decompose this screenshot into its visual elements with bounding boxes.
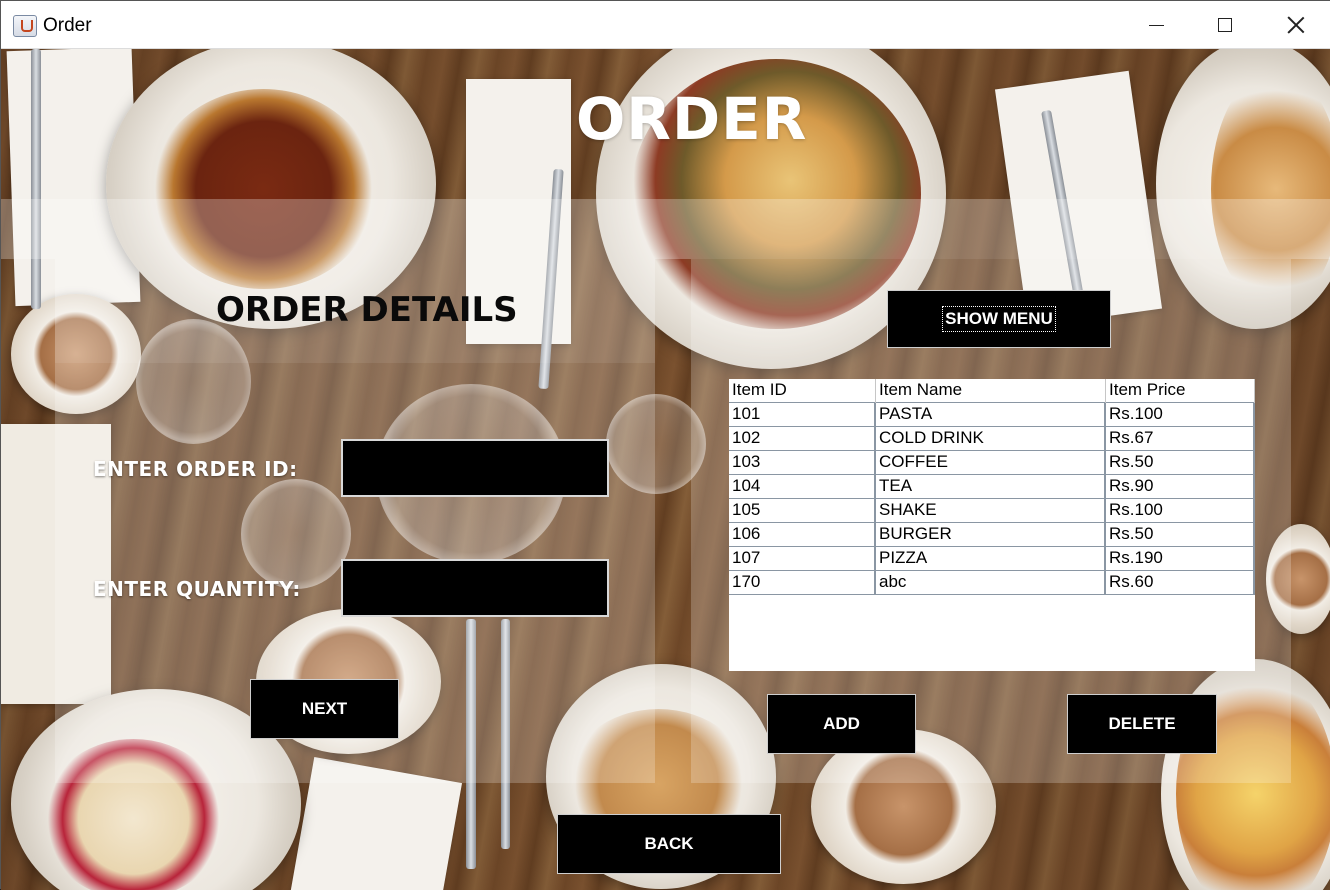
cell-item-name: COFFEE — [876, 451, 1106, 475]
table-row[interactable]: 101 PASTA Rs.100 — [729, 403, 1255, 427]
column-header-item-id[interactable]: Item ID — [729, 379, 876, 403]
quantity-label: ENTER QUANTITY: — [93, 577, 301, 601]
table-row[interactable]: 102 COLD DRINK Rs.67 — [729, 427, 1255, 451]
cell-item-price: Rs.50 — [1106, 451, 1255, 475]
cell-item-price: Rs.90 — [1106, 475, 1255, 499]
order-details-heading: ORDER DETAILS — [216, 290, 518, 330]
cell-item-id: 106 — [729, 523, 876, 547]
delete-button-label: DELETE — [1108, 714, 1176, 733]
cell-item-name: abc — [876, 571, 1106, 595]
add-button-label: ADD — [823, 714, 860, 733]
cell-item-price: Rs.67 — [1106, 427, 1255, 451]
cell-item-id: 103 — [729, 451, 876, 475]
cell-item-name: PASTA — [876, 403, 1106, 427]
next-button[interactable]: NEXT — [250, 679, 399, 739]
cell-item-name: BURGER — [876, 523, 1106, 547]
next-button-label: NEXT — [301, 699, 348, 718]
delete-button[interactable]: DELETE — [1067, 694, 1217, 754]
order-id-label: ENTER ORDER ID: — [93, 457, 298, 481]
column-header-item-price[interactable]: Item Price — [1106, 379, 1255, 403]
order-id-input[interactable] — [341, 439, 609, 497]
page-title: ORDER — [576, 85, 808, 153]
menu-table[interactable]: Item ID Item Name Item Price 101 PASTA R… — [729, 379, 1255, 671]
table-row[interactable]: 106 BURGER Rs.50 — [729, 523, 1255, 547]
back-button-label: BACK — [644, 834, 694, 853]
java-app-icon — [13, 15, 37, 37]
close-icon — [1287, 16, 1305, 34]
table-row[interactable]: 170 abc Rs.60 — [729, 571, 1255, 595]
maximize-icon — [1218, 18, 1232, 32]
table-row[interactable]: 105 SHAKE Rs.100 — [729, 499, 1255, 523]
cell-item-name: PIZZA — [876, 547, 1106, 571]
table-header-row: Item ID Item Name Item Price — [729, 379, 1255, 403]
show-menu-button-label: SHOW MENU — [942, 306, 1056, 332]
add-button[interactable]: ADD — [767, 694, 916, 754]
order-window: Order ORDER ORDER DETAILS ENTER ORDER ID… — [0, 0, 1330, 890]
table-row[interactable]: 103 COFFEE Rs.50 — [729, 451, 1255, 475]
window-title: Order — [43, 15, 92, 36]
cell-item-price: Rs.100 — [1106, 403, 1255, 427]
minimize-button[interactable] — [1133, 5, 1179, 45]
column-header-item-name[interactable]: Item Name — [876, 379, 1106, 403]
header-band — [1, 199, 1330, 259]
cell-item-id: 101 — [729, 403, 876, 427]
knife — [31, 49, 41, 309]
title-bar: Order — [1, 1, 1330, 49]
cell-item-id: 105 — [729, 499, 876, 523]
cell-item-id: 107 — [729, 547, 876, 571]
cell-item-price: Rs.190 — [1106, 547, 1255, 571]
back-button[interactable]: BACK — [557, 814, 781, 874]
cell-item-name: TEA — [876, 475, 1106, 499]
maximize-button[interactable] — [1202, 5, 1248, 45]
cell-item-name: COLD DRINK — [876, 427, 1106, 451]
cell-item-id: 102 — [729, 427, 876, 451]
close-button[interactable] — [1273, 5, 1319, 45]
cell-item-id: 170 — [729, 571, 876, 595]
cell-item-name: SHAKE — [876, 499, 1106, 523]
cell-item-id: 104 — [729, 475, 876, 499]
show-menu-button[interactable]: SHOW MENU — [887, 290, 1111, 348]
cell-item-price: Rs.100 — [1106, 499, 1255, 523]
table-row[interactable]: 104 TEA Rs.90 — [729, 475, 1255, 499]
minimize-icon — [1148, 24, 1164, 26]
quantity-input[interactable] — [341, 559, 609, 617]
table-row[interactable]: 107 PIZZA Rs.190 — [729, 547, 1255, 571]
cell-item-price: Rs.50 — [1106, 523, 1255, 547]
cell-item-price: Rs.60 — [1106, 571, 1255, 595]
